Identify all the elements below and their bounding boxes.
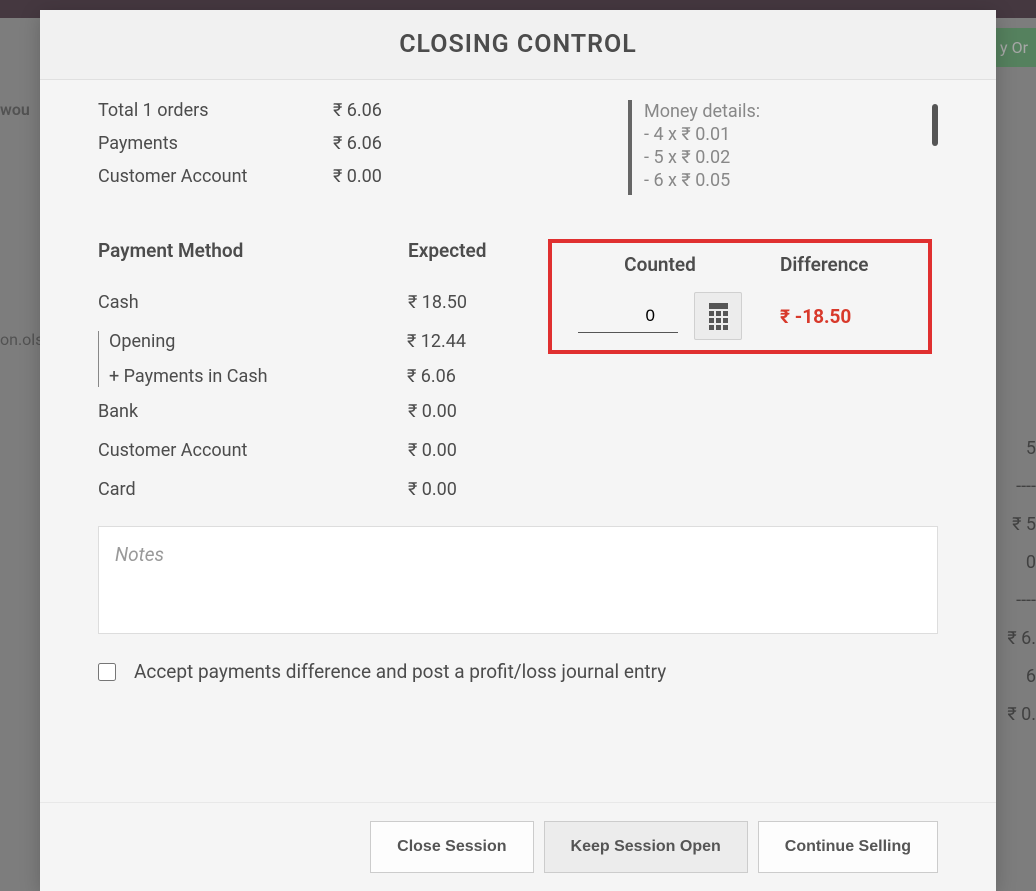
modal-body: Total 1 orders ₹ 6.06 Payments ₹ 6.06 Cu… — [40, 80, 996, 802]
card-expected: ₹ 0.00 — [408, 479, 518, 500]
total-orders-label: Total 1 orders — [98, 100, 333, 121]
accept-difference-checkbox[interactable] — [98, 663, 116, 681]
money-details-line: - 3 x ₹ 1.00 — [644, 192, 938, 195]
keep-session-open-button[interactable]: Keep Session Open — [544, 821, 748, 873]
bank-label: Bank — [98, 401, 408, 422]
counted-difference-highlight: Counted Difference — [548, 239, 932, 354]
cash-difference-value: ₹ -18.50 — [780, 305, 910, 328]
payments-in-cash-label: + Payments in Cash — [109, 366, 407, 387]
header-difference: Difference — [780, 253, 910, 276]
opening-label: Opening — [109, 331, 407, 352]
customer-account-method-label: Customer Account — [98, 440, 408, 461]
close-session-button[interactable]: Close Session — [370, 821, 533, 873]
money-details-title: Money details: — [644, 100, 938, 123]
customer-account-expected: ₹ 0.00 — [408, 440, 518, 461]
money-details-line: - 4 x ₹ 0.01 — [644, 123, 938, 146]
header-counted: Counted — [570, 253, 750, 276]
modal-footer: Close Session Keep Session Open Continue… — [40, 802, 996, 891]
payments-in-cash-value: ₹ 6.06 — [407, 366, 456, 387]
modal-title: CLOSING CONTROL — [60, 30, 976, 59]
cash-expected: ₹ 18.50 — [408, 292, 518, 313]
total-orders-value: ₹ 6.06 — [333, 100, 382, 121]
payments-label: Payments — [98, 133, 333, 154]
opening-value: ₹ 12.44 — [407, 331, 466, 352]
modal-header: CLOSING CONTROL — [40, 10, 996, 80]
scrollbar-thumb[interactable] — [932, 104, 938, 146]
bank-expected: ₹ 0.00 — [408, 401, 518, 422]
card-label: Card — [98, 479, 408, 500]
calculator-icon — [709, 303, 728, 330]
cash-label: Cash — [98, 292, 408, 313]
cash-counted-input[interactable] — [578, 300, 678, 333]
closing-control-modal: CLOSING CONTROL Total 1 orders ₹ 6.06 Pa… — [40, 10, 996, 891]
customer-account-label: Customer Account — [98, 166, 333, 187]
calculator-button[interactable] — [694, 292, 742, 340]
continue-selling-button[interactable]: Continue Selling — [758, 821, 938, 873]
header-expected: Expected — [408, 239, 518, 262]
customer-account-value: ₹ 0.00 — [333, 166, 382, 187]
notes-textarea[interactable] — [98, 526, 938, 634]
money-details-line: - 6 x ₹ 0.05 — [644, 169, 938, 192]
money-details-line: - 5 x ₹ 0.02 — [644, 146, 938, 169]
payments-value: ₹ 6.06 — [333, 133, 382, 154]
header-payment-method: Payment Method — [98, 239, 408, 262]
accept-difference-label: Accept payments difference and post a pr… — [134, 660, 666, 683]
money-details-panel[interactable]: Money details: - 4 x ₹ 0.01 - 5 x ₹ 0.02… — [628, 100, 938, 195]
